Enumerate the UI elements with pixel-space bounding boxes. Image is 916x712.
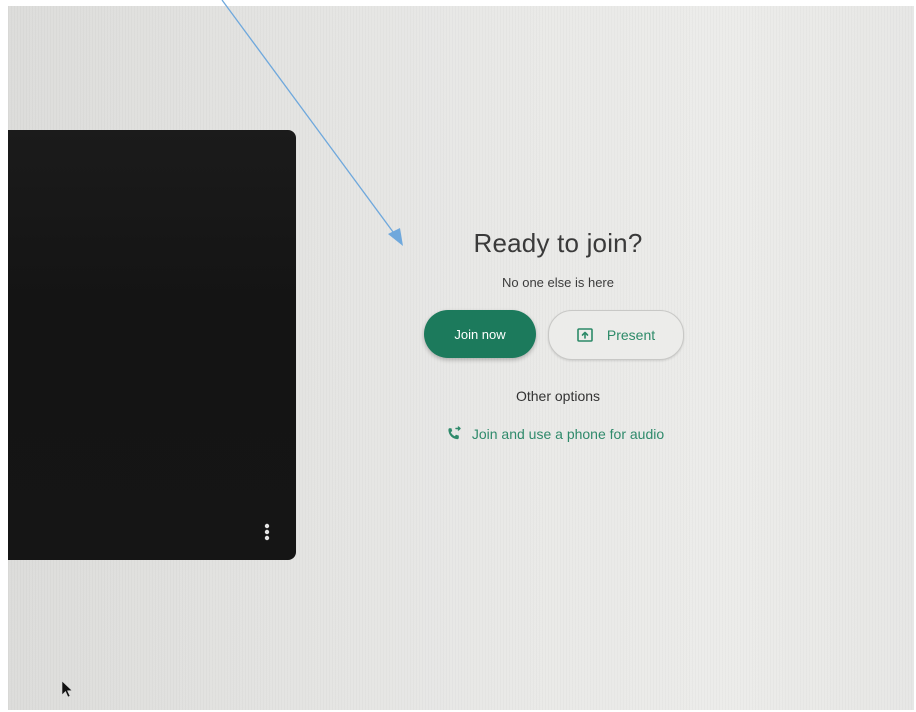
other-options-heading: Other options: [515, 388, 601, 404]
more-vert-icon[interactable]: [262, 522, 272, 542]
prejoin-panel: Ready to join? No one else is here Join …: [408, 218, 708, 447]
present-button[interactable]: Present: [548, 310, 684, 360]
phone-audio-label: Join and use a phone for audio: [471, 426, 665, 442]
page-title: Ready to join?: [473, 228, 643, 258]
phone-forwarded-icon: [448, 426, 461, 440]
join-now-button[interactable]: Join now: [424, 310, 536, 358]
present-screen-icon: [577, 328, 593, 342]
self-video-preview: [8, 130, 296, 560]
mouse-pointer-icon: [61, 680, 73, 698]
join-phone-audio-link[interactable]: Join and use a phone for audio: [446, 426, 664, 442]
join-actions: Join now Present: [408, 310, 708, 360]
meeting-screen: Ready to join? No one else is here Join …: [8, 6, 914, 710]
present-button-label: Present: [606, 327, 656, 343]
participants-status: No one else is here: [501, 275, 614, 290]
